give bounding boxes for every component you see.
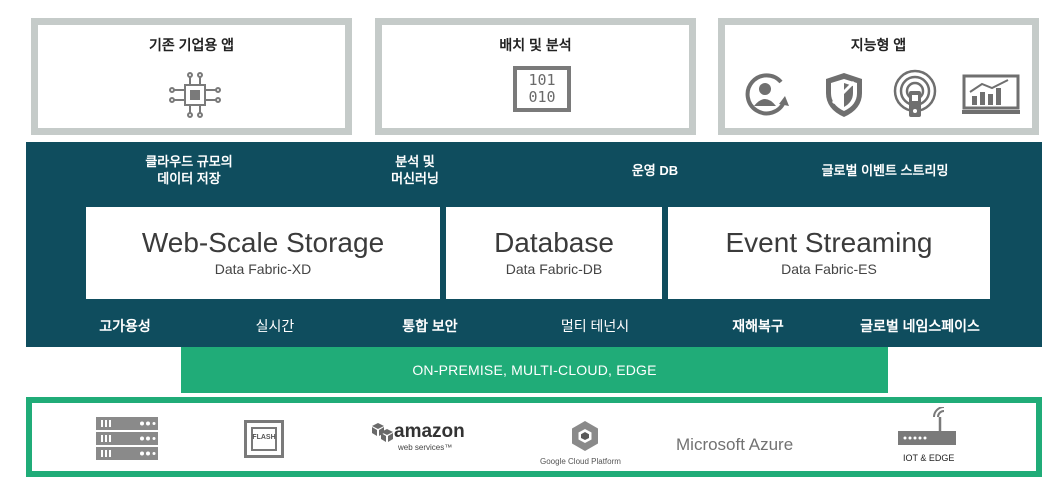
event-streaming-box: Event Streaming Data Fabric-ES: [668, 207, 990, 299]
intelligent-apps-box: 지능형 앱: [718, 18, 1039, 135]
microsoft-azure-logo: Microsoft Azure: [676, 435, 794, 454]
amazon-web-services-text: web services™: [398, 443, 453, 452]
user-refresh-icon: [745, 73, 789, 116]
batch-analytics-box: 배치 및 분석 101 010: [375, 18, 696, 135]
amazon-logo-text: amazon: [394, 421, 465, 442]
aws-cubes-icon: [372, 423, 393, 442]
deployment-bar: ON-PREMISE, MULTI-CLOUD, EDGE: [181, 347, 888, 393]
binary-line-2: 010: [528, 88, 556, 106]
batch-analytics-title: 배치 및 분석: [499, 37, 572, 53]
capability-operational-db: 운영 DB: [631, 163, 679, 178]
feature-multi-tenancy: 멀티 테넌시: [560, 318, 630, 334]
database-box: Database Data Fabric-DB: [446, 207, 662, 299]
feature-unified-security: 통합 보안: [402, 318, 458, 334]
database-title: Database: [494, 227, 614, 258]
capability-cloud-storage-line1: 클라우드 규모의: [145, 154, 233, 169]
flash-storage-icon: FLASH: [244, 420, 284, 458]
binary-line-1: 101: [528, 71, 556, 89]
event-streaming-title: Event Streaming: [725, 227, 933, 258]
web-scale-storage-product: Data Fabric-XD: [214, 261, 312, 277]
capability-analytics-ml: 분석 및 머신러닝: [360, 153, 470, 187]
intelligent-apps-title: 지능형 앱: [850, 37, 907, 53]
legacy-apps-title: 기존 기업용 앱: [148, 37, 235, 53]
wireless-device-icon: [893, 69, 937, 117]
google-cloud-platform-label: Google Cloud Platform: [540, 457, 621, 466]
google-cloud-icon: [572, 421, 598, 451]
feature-real-time: 실시간: [255, 318, 295, 334]
capability-cloud-storage: 클라우드 규모의 데이터 저장: [114, 153, 264, 187]
iot-edge-label: IOT & EDGE: [903, 453, 955, 463]
web-scale-storage-box: Web-Scale Storage Data Fabric-XD: [86, 207, 440, 299]
circuit-chip-icon: [169, 72, 221, 118]
capability-analytics-ml-line1: 분석 및: [395, 154, 435, 169]
capability-cloud-storage-line2: 데이터 저장: [157, 171, 221, 186]
database-product: Data Fabric-DB: [505, 261, 603, 277]
feature-high-availability: 고가용성: [99, 318, 151, 334]
event-streaming-product: Data Fabric-ES: [781, 261, 877, 277]
iot-edge-icon: [898, 407, 956, 445]
web-scale-storage-title: Web-Scale Storage: [141, 227, 385, 258]
legacy-apps-box: 기존 기업용 앱: [31, 18, 352, 135]
shield-icon: [826, 73, 862, 117]
infrastructure-panel: FLASH amazon web services™ Google Cloud …: [26, 397, 1042, 477]
analytics-screen-icon: [962, 74, 1020, 114]
binary-data-icon: 101 010: [513, 66, 571, 112]
server-rack-icon: [96, 417, 158, 460]
feature-disaster-recovery: 재해복구: [732, 318, 784, 334]
flash-label: FLASH: [252, 434, 276, 441]
feature-global-namespace: 글로벌 네임스페이스: [860, 318, 980, 334]
capability-event-streaming: 글로벌 이벤트 스트리밍: [821, 163, 949, 178]
capability-analytics-ml-line2: 머신러닝: [391, 171, 439, 186]
